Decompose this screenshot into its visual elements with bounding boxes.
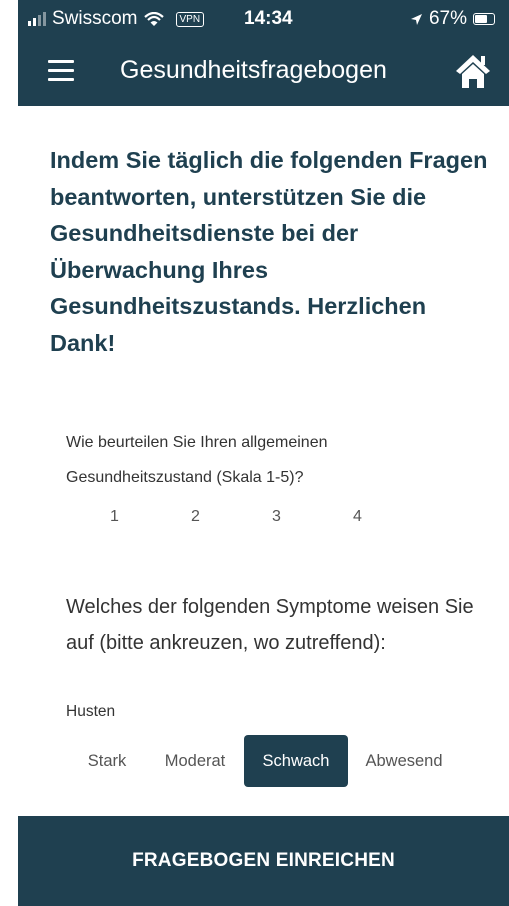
rating-option-1[interactable]: 1 (90, 508, 171, 526)
question-health-rating-label: Wie beurteilen Sie Ihren allgemeinen Ges… (66, 434, 328, 486)
rating-scale: 1 2 3 4 (90, 508, 414, 526)
location-arrow-icon (410, 13, 422, 25)
rating-option-4[interactable]: 4 (333, 508, 414, 526)
screen: Swisscom VPN 14:34 67% Gesundheitsfrageb… (0, 0, 509, 906)
battery-percent: 67% (428, 8, 467, 29)
status-right: 67% (410, 8, 495, 30)
home-icon[interactable] (453, 52, 493, 90)
app-bar: Gesundheitsfragebogen (18, 38, 509, 106)
status-bar: Swisscom VPN 14:34 67% (18, 0, 509, 38)
question-symptoms-label: Welches der folgenden Symptome weisen Si… (66, 596, 474, 654)
severity-option-abwesend[interactable]: Abwesend (348, 735, 460, 787)
severity-option-moderat[interactable]: Moderat (146, 735, 244, 787)
hamburger-menu-icon[interactable] (48, 60, 74, 82)
vpn-badge: VPN (175, 11, 205, 27)
submit-button[interactable]: FRAGEBOGEN EINREICHEN (18, 816, 509, 906)
severity-option-schwach[interactable]: Schwach (244, 735, 348, 787)
carrier-name: Swisscom (52, 8, 138, 29)
status-time: 14:34 (244, 8, 293, 29)
signal-icon (28, 12, 46, 26)
severity-option-stark[interactable]: Stark (68, 735, 146, 787)
severity-selector: Stark Moderat Schwach Abwesend (68, 735, 460, 787)
battery-icon (473, 13, 495, 25)
page-title: Gesundheitsfragebogen (120, 56, 387, 84)
rating-option-3[interactable]: 3 (252, 508, 333, 526)
rating-option-2[interactable]: 2 (171, 508, 252, 526)
wifi-icon (143, 11, 164, 26)
status-left: Swisscom VPN (18, 8, 205, 30)
symptom-label-husten: Husten (66, 703, 116, 720)
intro-text: Indem Sie täglich die folgenden Fragen b… (50, 147, 488, 356)
